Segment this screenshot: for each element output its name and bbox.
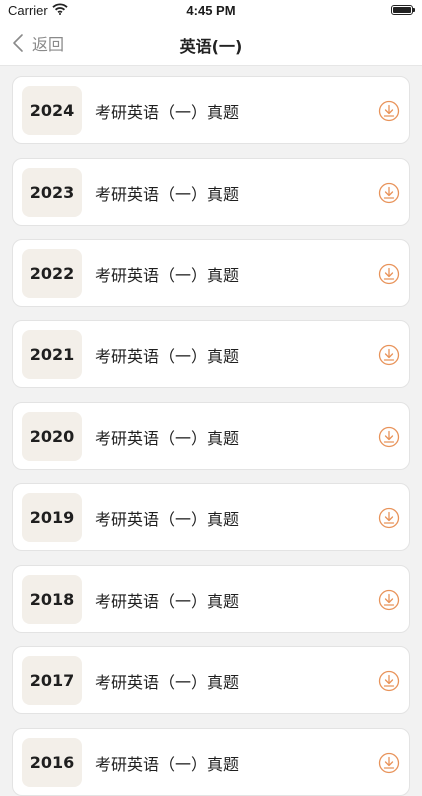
back-label: 返回: [32, 35, 65, 54]
year-badge: 2018: [22, 575, 82, 624]
download-icon[interactable]: [378, 263, 400, 285]
item-title: 考研英语（一）真题: [95, 185, 240, 204]
status-bar: Carrier 4:45 PM: [0, 0, 422, 22]
item-title: 考研英语（一）真题: [95, 755, 240, 774]
download-icon[interactable]: [378, 589, 400, 611]
year-badge: 2019: [22, 493, 82, 542]
year-badge: 2017: [22, 656, 82, 705]
download-icon[interactable]: [378, 344, 400, 366]
item-title: 考研英语（一）真题: [95, 673, 240, 692]
list-item[interactable]: 2022 考研英语（一）真题: [12, 239, 410, 307]
year-badge: 2020: [22, 412, 82, 461]
list-item[interactable]: 2021 考研英语（一）真题: [12, 320, 410, 388]
download-icon[interactable]: [378, 507, 400, 529]
year-badge: 2023: [22, 168, 82, 217]
item-title: 考研英语（一）真题: [95, 347, 240, 366]
download-icon[interactable]: [378, 182, 400, 204]
clock: 4:45 PM: [186, 3, 236, 18]
download-icon[interactable]: [378, 100, 400, 122]
list-item[interactable]: 2018 考研英语（一）真题: [12, 565, 410, 633]
year-badge: 2021: [22, 330, 82, 379]
year-badge: 2016: [22, 738, 82, 787]
list-item[interactable]: 2023 考研英语（一）真题: [12, 158, 410, 226]
navigation-bar: 返回 英语(一): [0, 22, 422, 66]
item-title: 考研英语（一）真题: [95, 103, 240, 122]
year-badge: 2024: [22, 86, 82, 135]
list-item[interactable]: 2020 考研英语（一）真题: [12, 402, 410, 470]
list-item[interactable]: 2024 考研英语（一）真题: [12, 76, 410, 144]
list-item[interactable]: 2017 考研英语（一）真题: [12, 646, 410, 714]
battery-icon: [391, 5, 415, 15]
download-icon[interactable]: [378, 670, 400, 692]
list-item[interactable]: 2016 考研英语（一）真题: [12, 728, 410, 796]
list-item[interactable]: 2019 考研英语（一）真题: [12, 483, 410, 551]
download-icon[interactable]: [378, 752, 400, 774]
back-button[interactable]: 返回: [12, 30, 64, 56]
item-title: 考研英语（一）真题: [95, 510, 240, 529]
year-badge: 2022: [22, 249, 82, 298]
item-title: 考研英语（一）真题: [95, 266, 240, 285]
download-icon[interactable]: [378, 426, 400, 448]
chevron-left-icon: [13, 34, 23, 52]
item-title: 考研英语（一）真题: [95, 592, 240, 611]
item-title: 考研英语（一）真题: [95, 429, 240, 448]
